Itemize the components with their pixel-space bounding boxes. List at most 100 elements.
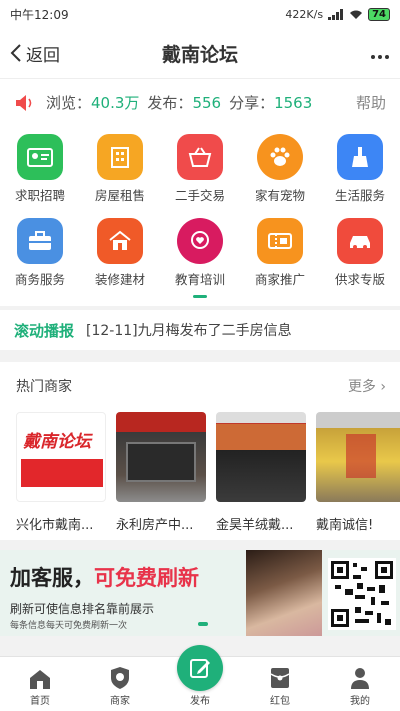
stats-bar: 浏览： 40.3万 发布： 556 分享： 1563 帮助 [0, 78, 400, 126]
category-label: 商家推广 [254, 272, 305, 287]
briefcase-icon [17, 218, 63, 264]
page-indicator [193, 295, 207, 298]
back-button[interactable]: 返回 [10, 41, 60, 66]
merchant-name: 戴南诚信! [316, 518, 374, 533]
logo-text: 戴南论坛 [23, 432, 91, 452]
more-options-button[interactable] [370, 41, 390, 65]
tab-profile[interactable]: 我的 [320, 657, 400, 711]
merchant-card[interactable]: 金昊羊绒戴... [216, 412, 306, 533]
network-speed: 422K/s [285, 7, 324, 21]
category-life-services[interactable]: 生活服务 [320, 134, 400, 218]
shares-value: 1563 [274, 93, 313, 112]
category-renovation[interactable]: 装修建材 [80, 218, 160, 302]
category-housing[interactable]: 房屋租售 [80, 134, 160, 218]
tab-label: 发布 [190, 696, 210, 707]
merchant-card[interactable]: 戴南论坛 兴化市戴南... [16, 412, 106, 533]
battery-icon: 74 [368, 7, 390, 21]
speaker-icon [16, 94, 32, 111]
id-card-icon [17, 134, 63, 180]
scroll-news[interactable]: 滚动播报 [12-11]九月梅发布了二手房信息 [0, 310, 400, 350]
category-label: 供求专版 [334, 272, 385, 287]
status-time: 中午12:09 [10, 7, 69, 22]
banner-headline: 加客服，可免费刷新 [10, 562, 199, 592]
category-promotion[interactable]: 商家推广 [240, 218, 320, 302]
views-label: 浏览： [46, 94, 92, 112]
status-indicators: 422K/s 74 [285, 7, 390, 21]
merchant-card[interactable]: 永利房产中... [116, 412, 206, 533]
merchant-image [116, 412, 206, 502]
ticket-icon [257, 218, 303, 264]
banner-subtitle: 刷新可使信息排名靠前展示 [10, 602, 155, 616]
edit-icon [190, 659, 210, 678]
banner-photo [246, 550, 322, 636]
tab-label: 我的 [350, 696, 370, 707]
more-label: 更多 [347, 379, 376, 395]
category-jobs[interactable]: 求职招聘 [0, 134, 80, 218]
tab-merchants[interactable]: 商家 [80, 657, 160, 711]
building-icon [97, 134, 143, 180]
category-label: 房屋租售 [94, 188, 145, 203]
category-education[interactable]: 教育培训 [160, 218, 240, 302]
scroll-news-text[interactable]: [12-11]九月梅发布了二手房信息 [86, 320, 292, 340]
category-pets[interactable]: 家有宠物 [240, 134, 320, 218]
signal-icon [328, 8, 344, 20]
category-label: 教育培训 [174, 272, 225, 287]
category-label: 生活服务 [334, 188, 385, 203]
paw-icon [257, 134, 303, 180]
merchant-image: 戴南论坛 [16, 412, 106, 502]
tab-label: 首页 [30, 696, 50, 707]
promo-banner[interactable]: 加客服，可免费刷新 刷新可使信息排名靠前展示 每条信息每天可免费刷新一次 [0, 550, 400, 636]
car-icon [337, 218, 383, 264]
category-label: 家有宠物 [254, 188, 305, 203]
merchant-name: 兴化市戴南... [16, 518, 94, 533]
category-business[interactable]: 商务服务 [0, 218, 80, 302]
red-packet-icon [270, 668, 290, 688]
merchant-image [216, 412, 306, 502]
tab-label: 商家 [110, 696, 130, 707]
category-supply-demand[interactable]: 供求专版 [320, 218, 400, 302]
banner-headline-prefix: 加客服， [10, 566, 94, 590]
category-grid: 求职招聘 房屋租售 二手交易 家有宠物 生活服务 商务服务 装修建材 教育培训 … [0, 126, 400, 306]
hot-merchants: 热门商家 更多 › 戴南论坛 兴化市戴南... 永利房产中... 金昊羊绒戴..… [0, 362, 400, 540]
shares-label: 分享： [229, 94, 275, 112]
category-label: 商务服务 [14, 272, 65, 287]
merchant-image [316, 412, 400, 502]
posts-label: 发布： [147, 94, 193, 112]
category-label: 求职招聘 [14, 188, 65, 203]
banner-headline-highlight: 可免费刷新 [94, 566, 199, 590]
nav-bar: 返回 戴南论坛 [0, 28, 400, 78]
heart-pin-icon [177, 218, 223, 264]
category-secondhand[interactable]: 二手交易 [160, 134, 240, 218]
tab-home[interactable]: 首页 [0, 657, 80, 711]
broom-icon [337, 134, 383, 180]
scroll-news-tag: 滚动播报 [14, 321, 75, 340]
qr-code-icon [328, 558, 396, 630]
posts-value: 556 [192, 93, 222, 112]
page-title: 戴南论坛 [161, 43, 238, 66]
tab-label: 红包 [270, 696, 290, 707]
chevron-left-icon [10, 44, 21, 62]
banner-page-indicator [198, 622, 208, 626]
merchant-name: 金昊羊绒戴... [216, 518, 294, 533]
section-title: 热门商家 [16, 379, 72, 395]
category-label: 二手交易 [174, 188, 225, 203]
status-bar: 中午12:09 422K/s 74 [0, 0, 400, 28]
chevron-right-icon: › [380, 379, 386, 395]
help-link[interactable]: 帮助 [356, 92, 386, 113]
back-label: 返回 [26, 45, 60, 66]
category-label: 装修建材 [94, 272, 145, 287]
person-icon [351, 668, 369, 689]
house-icon [97, 218, 143, 264]
basket-icon [177, 134, 223, 180]
merchant-name: 永利房产中... [116, 518, 194, 533]
home-icon [30, 670, 50, 689]
banner-note: 每条信息每天可免费刷新一次 [10, 621, 128, 631]
publish-button[interactable] [177, 645, 223, 691]
wifi-icon [350, 10, 363, 19]
shield-store-icon [111, 667, 129, 689]
more-merchants-link[interactable]: 更多 › [348, 376, 386, 396]
tab-red-packet[interactable]: 红包 [240, 657, 320, 711]
merchant-card[interactable]: 戴南诚信! [316, 412, 400, 533]
views-value: 40.3万 [91, 94, 140, 112]
more-dots-icon [371, 55, 389, 59]
